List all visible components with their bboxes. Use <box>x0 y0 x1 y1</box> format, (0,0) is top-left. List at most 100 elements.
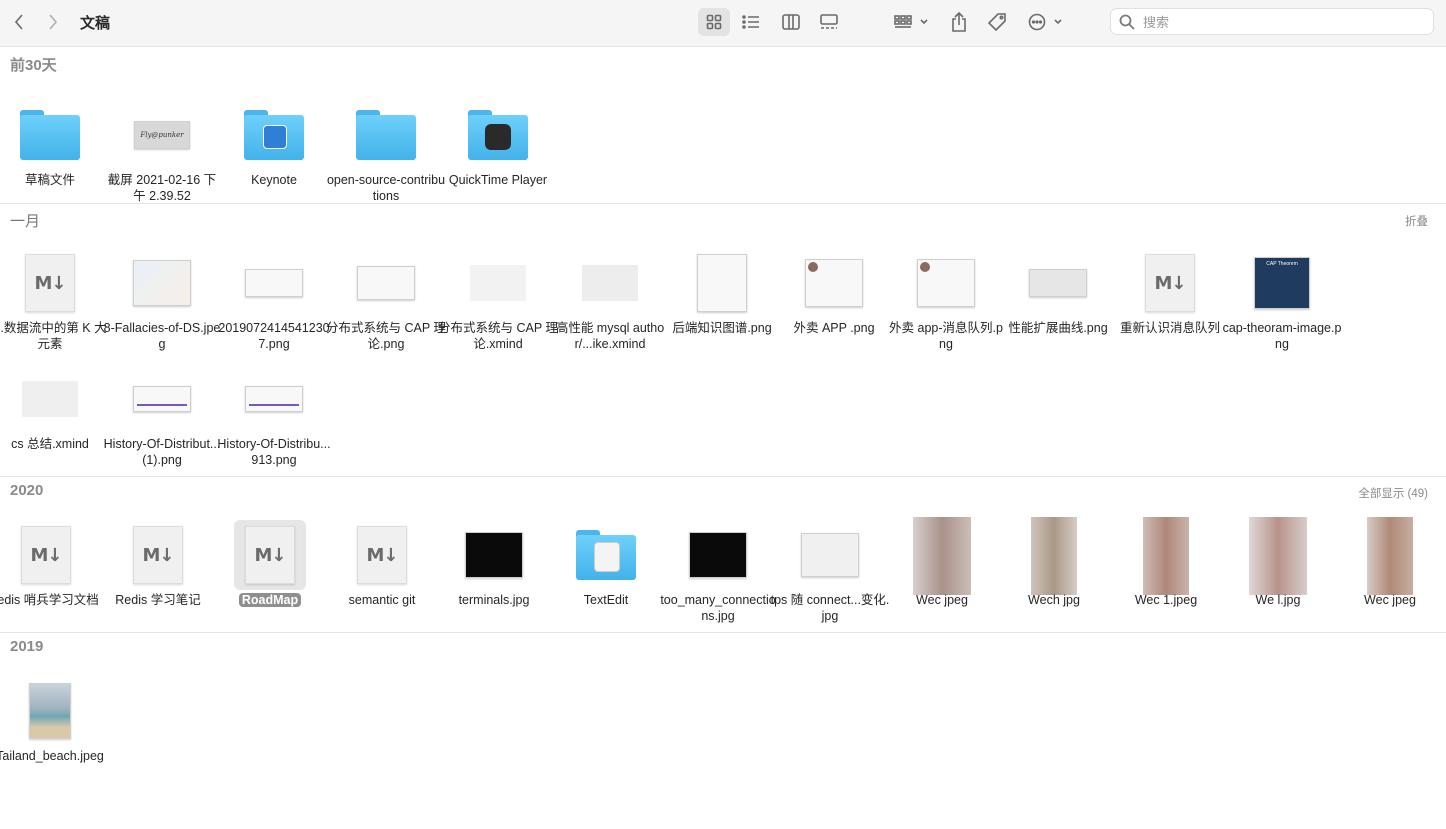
blurred-image-thumbnail <box>1143 517 1189 595</box>
file-name: 性能扩展曲线.png <box>1008 321 1108 335</box>
file-name: RoadMap <box>210 592 330 608</box>
section-header-2019: 2019 <box>0 632 1446 662</box>
xmind-file-icon <box>582 265 638 301</box>
file-name: Keynote <box>251 173 297 187</box>
section-header-recent: 前30天 <box>0 48 1446 78</box>
quicktime-folder-icon <box>468 110 528 160</box>
blurred-image-thumbnail <box>1031 517 1077 595</box>
search-input[interactable] <box>1141 12 1425 33</box>
forward-button[interactable] <box>42 8 64 36</box>
xmind-file-icon <box>470 265 526 301</box>
list-view-button[interactable] <box>736 8 766 36</box>
image-thumbnail <box>133 260 191 306</box>
markdown-file-icon: M↓ <box>357 526 407 584</box>
xmind-file-icon <box>22 381 78 417</box>
file-name: terminals.jpg <box>458 593 530 607</box>
file-name: 1.数据流中的第 K 大元素 <box>0 321 107 351</box>
file-name: redis 哨兵学习文档 <box>0 593 99 607</box>
textedit-folder-icon <box>576 530 636 580</box>
back-button[interactable] <box>8 8 30 36</box>
file-name: too_many_connections.jpg <box>660 593 776 623</box>
column-view-icon <box>782 14 800 30</box>
section-header-jan: 一月 折叠 <box>0 204 1446 234</box>
markdown-file-icon: M↓ <box>1145 254 1195 312</box>
file-name: We l.jpg <box>1255 593 1301 607</box>
list-view-icon <box>742 15 759 29</box>
file-name: Wech jpg <box>1028 593 1080 607</box>
image-thumbnail <box>133 386 191 412</box>
blurred-image-thumbnail <box>913 517 971 595</box>
image-thumbnail <box>245 386 303 412</box>
section-title: 前30天 <box>10 57 57 74</box>
file-name: 分布式系统与 CAP 理论.png <box>326 321 446 351</box>
markdown-file-icon: M↓ <box>25 254 75 312</box>
screenshot-thumbnail-text: Fly@punker <box>140 131 184 139</box>
file-name: 8-Fallacies-of-DS.jpeg <box>103 321 221 351</box>
file-name: open-source-contributions <box>326 173 446 203</box>
image-thumbnail <box>245 269 303 297</box>
file-name: 外卖 APP .png <box>793 321 875 335</box>
markdown-file-icon: M↓ <box>245 526 295 584</box>
markdown-file-icon: M↓ <box>133 526 183 584</box>
file-name: Tailand_beach.jpeg <box>0 749 104 763</box>
blurred-image-thumbnail <box>1249 517 1307 595</box>
file-name: cap-theoram-image.png <box>1222 321 1342 351</box>
image-thumbnail <box>29 683 71 739</box>
group-icon <box>894 15 928 28</box>
markdown-file-icon: M↓ <box>21 526 71 584</box>
folder-icon <box>20 110 80 160</box>
file-name: TextEdit <box>583 593 629 607</box>
file-name: History-Of-Distribu...913.png <box>217 437 331 467</box>
file-name: cs 总结.xmind <box>11 437 89 451</box>
file-name: 20190724145412307.png <box>218 321 330 351</box>
collapse-button[interactable]: 折叠 <box>1405 213 1428 229</box>
image-thumbnail <box>801 533 859 577</box>
section-title: 一月 <box>10 213 41 230</box>
gallery-view-button[interactable] <box>814 8 844 36</box>
tag-icon <box>987 13 1006 32</box>
search-field[interactable] <box>1110 8 1434 35</box>
file-name: 重新认识消息队列 <box>1119 321 1220 335</box>
toolbar: 文稿 <box>0 0 1446 47</box>
selected-file-name: RoadMap <box>238 593 302 607</box>
column-view-button[interactable] <box>776 8 806 36</box>
file-name: Wec 1.jpeg <box>1134 593 1198 607</box>
file-name: 截屏 2021-02-16 下午 2.39.52 <box>107 173 217 203</box>
gallery-view-icon <box>820 14 838 29</box>
grid-view-icon <box>706 14 722 30</box>
tag-button[interactable] <box>984 8 1010 36</box>
share-icon <box>952 12 966 32</box>
file-name: Wec jpeg <box>1364 593 1416 607</box>
file-name: tps 随 connect...变化.jpg <box>770 593 890 623</box>
file-name: 后端知识图谱.png <box>672 321 772 335</box>
image-thumbnail <box>805 259 863 307</box>
screenshot-thumbnail: Fly@punker <box>134 121 190 149</box>
image-thumbnail <box>1029 269 1087 297</box>
file-name: semantic git <box>348 593 416 607</box>
image-thumbnail: CAP Theorem <box>1254 257 1310 309</box>
search-icon <box>1119 14 1135 30</box>
keynote-folder-icon <box>244 110 304 160</box>
section-title: 2020 <box>10 482 44 499</box>
file-name: Wec jpeg <box>916 593 968 607</box>
forward-icon <box>49 14 58 30</box>
back-icon <box>14 14 23 30</box>
image-thumbnail <box>465 532 523 578</box>
section-title: 2019 <box>10 638 44 655</box>
file-name: 分布式系统与 CAP 理论.xmind <box>438 321 558 351</box>
file-name: 高性能 mysql author/...ike.xmind <box>555 321 665 351</box>
file-name: History-Of-Distribut...(1).png <box>103 437 221 467</box>
share-button[interactable] <box>946 8 972 36</box>
file-name: 草稿文件 <box>24 173 75 187</box>
group-button[interactable] <box>890 8 934 36</box>
section-header-2020: 2020 全部显示 (49) <box>0 476 1446 506</box>
show-all-button[interactable]: 全部显示 (49) <box>1358 485 1428 501</box>
folder-icon <box>356 110 416 160</box>
file-name: QuickTime Player <box>448 173 548 187</box>
file-name: Redis 学习笔记 <box>115 593 201 607</box>
more-button[interactable] <box>1026 8 1066 36</box>
image-thumbnail <box>917 259 975 307</box>
image-thumbnail <box>357 266 415 300</box>
grid-view-button[interactable] <box>698 8 730 36</box>
image-thumbnail <box>697 254 747 312</box>
